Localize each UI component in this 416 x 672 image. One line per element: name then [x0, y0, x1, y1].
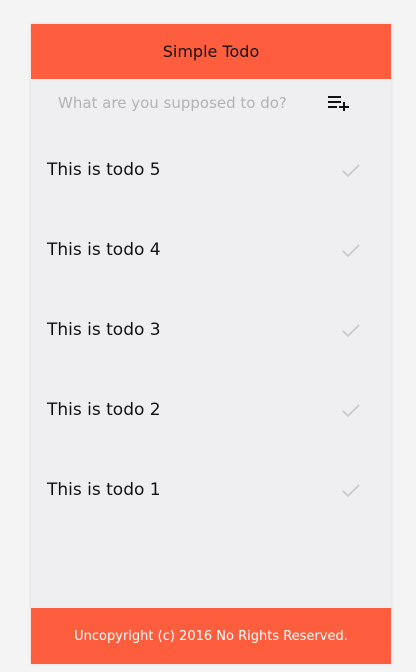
playlist-add-icon — [328, 96, 349, 111]
todo-item[interactable]: This is todo 2 — [31, 367, 391, 447]
todo-item[interactable]: This is todo 1 — [31, 447, 391, 527]
todo-text: This is todo 2 — [47, 400, 161, 420]
check-icon[interactable] — [341, 323, 361, 339]
todo-item[interactable]: This is todo 3 — [31, 287, 391, 367]
check-icon[interactable] — [341, 163, 361, 179]
check-icon[interactable] — [341, 403, 361, 419]
todo-item[interactable]: This is todo 5 — [31, 127, 391, 207]
new-todo-row — [31, 79, 391, 127]
todo-text: This is todo 1 — [47, 480, 161, 500]
todo-text: This is todo 3 — [47, 320, 161, 340]
add-todo-button[interactable] — [327, 93, 351, 113]
app-footer: Uncopyright (c) 2016 No Rights Reserved. — [31, 608, 391, 664]
todo-app: Simple Todo This is todo 5 This is todo … — [31, 24, 391, 664]
footer-text: Uncopyright (c) 2016 No Rights Reserved. — [74, 628, 348, 644]
todo-item[interactable]: This is todo 4 — [31, 207, 391, 287]
check-icon[interactable] — [341, 243, 361, 259]
app-title: Simple Todo — [162, 42, 260, 61]
todo-text: This is todo 4 — [47, 240, 161, 260]
app-header: Simple Todo — [31, 24, 391, 79]
todo-list: This is todo 5 This is todo 4 This is to… — [31, 127, 391, 527]
new-todo-input[interactable] — [58, 92, 328, 114]
check-icon[interactable] — [341, 483, 361, 499]
todo-text: This is todo 5 — [47, 160, 161, 180]
